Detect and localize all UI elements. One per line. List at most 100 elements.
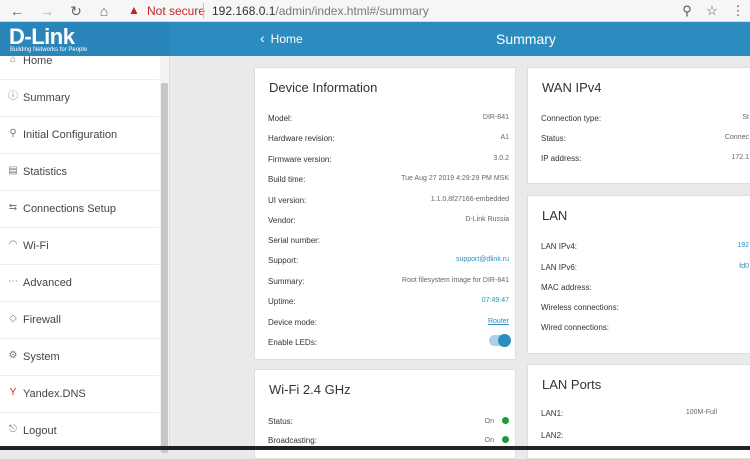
row-value: D-Link Russia <box>465 216 509 223</box>
card-title: WAN IPv4 <box>542 80 602 95</box>
info-row: Build time: Tue Aug 27 2019 4:29:29 PM MS… <box>268 169 509 189</box>
statistics-icon: ▤ <box>8 165 18 176</box>
logout-icon: ⎋ <box>9 424 17 435</box>
sidebar-item-label: Logout <box>23 425 57 437</box>
sidebar-item-label: Firewall <box>23 314 61 326</box>
row-value: On <box>484 437 494 444</box>
info-row: Enable LEDs: <box>268 332 511 352</box>
lan-card: LAN LAN IPv4: 192 LAN IPv6: fd0 MAC addres… <box>527 195 750 354</box>
sidebar-scrollbar[interactable] <box>160 56 169 453</box>
wifi-icon: ◠ <box>8 239 18 250</box>
row-key: Vendor: <box>268 216 296 225</box>
warning-icon[interactable]: ▲ <box>128 3 140 17</box>
row-key: Connection type: <box>541 114 602 123</box>
device-mode-link[interactable]: Router <box>488 318 509 325</box>
info-row: LAN IPv6: fd0 <box>541 257 749 277</box>
row-key: LAN IPv4: <box>541 242 578 251</box>
screen-bottom-edge <box>0 446 750 450</box>
zoom-icon[interactable]: ⚲ <box>678 1 696 21</box>
row-value: 192 <box>737 242 749 249</box>
row-value: Connec <box>724 134 749 141</box>
row-value: Tue Aug 27 2019 4:29:29 PM MSK <box>401 175 509 182</box>
row-key: LAN IPv6: <box>541 263 578 272</box>
url-host: 192.168.0.1 <box>212 4 276 18</box>
sidebar-item-label: Home <box>23 55 53 67</box>
row-key: Broadcasting: <box>268 436 317 445</box>
address-bar[interactable]: 192.168.0.1/admin/index.html#/summary <box>212 4 429 18</box>
info-row: Summary: Root filesystem image for DIR-84… <box>268 271 509 291</box>
sidebar-item-system[interactable]: ⚙ System <box>0 339 159 376</box>
connections-icon: ⇆ <box>8 202 18 213</box>
url-path: /admin/index.html#/summary <box>275 4 429 18</box>
not-secure-label[interactable]: Not secure <box>147 4 205 18</box>
home-icon[interactable]: ⌂ <box>94 1 114 21</box>
row-key: Serial number: <box>268 236 321 245</box>
info-row: UI version: 1.1.0.8f27166-embedded <box>268 190 509 210</box>
shield-icon: ◇ <box>9 313 17 324</box>
row-value: St <box>742 114 749 121</box>
sidebar: ⌂ Home ⓘ Summary ⚲ Initial Configuration ▤ S… <box>0 55 170 453</box>
back-home-button[interactable]: ‹ Home <box>260 30 303 46</box>
info-row: Wired connections: <box>541 317 749 337</box>
row-key: Support: <box>268 256 299 265</box>
forward-arrow-icon[interactable]: → <box>37 1 57 21</box>
sidebar-item-home[interactable]: ⌂ Home <box>0 43 159 80</box>
menu-icon[interactable]: ⋮ <box>729 1 747 21</box>
row-key: Status: <box>541 134 566 143</box>
row-key: Summary: <box>268 277 305 286</box>
sidebar-item-label: Connections Setup <box>23 203 116 215</box>
info-row: Support: support@dlink.ru <box>268 250 509 270</box>
sidebar-item-statistics[interactable]: ▤ Statistics <box>0 154 159 191</box>
info-row: Vendor: D-Link Russia <box>268 210 509 230</box>
info-row: MAC address: <box>541 277 749 297</box>
info-row: Model: DIR-841 <box>268 108 509 128</box>
sidebar-item-yandex-dns[interactable]: Y Yandex.DNS <box>0 376 159 413</box>
row-value: DIR-841 <box>482 114 509 121</box>
info-row: Status: On <box>268 411 509 431</box>
enable-leds-toggle[interactable] <box>489 334 511 347</box>
uptime-value: 07:49:47 <box>481 297 509 304</box>
home-icon: ⌂ <box>9 54 17 65</box>
sidebar-scroll-thumb[interactable] <box>161 83 168 453</box>
info-icon: ⓘ <box>8 91 18 102</box>
row-value: fd0 <box>739 263 749 270</box>
sidebar-item-label: Wi-Fi <box>23 240 49 252</box>
star-icon[interactable]: ☆ <box>703 1 721 21</box>
support-email-link[interactable]: support@dlink.ru <box>456 256 509 263</box>
back-arrow-icon[interactable]: ← <box>7 1 27 21</box>
card-title: LAN Ports <box>542 377 602 392</box>
reload-icon[interactable]: ↻ <box>66 1 86 21</box>
row-key: Wireless connections: <box>541 303 619 312</box>
sidebar-item-label: Statistics <box>23 166 68 178</box>
sidebar-item-logout[interactable]: ⎋ Logout <box>0 413 159 450</box>
row-key: Status: <box>268 417 293 426</box>
sidebar-item-label: Yandex.DNS <box>23 388 86 400</box>
browser-toolbar: ← → ↻ ⌂ ▲ Not secure 192.168.0.1/admin/i… <box>0 0 750 22</box>
sidebar-item-firewall[interactable]: ◇ Firewall <box>0 302 159 339</box>
info-row: Firmware version: 3.0.2 <box>268 149 509 169</box>
row-value: 1.1.0.8f27166-embedded <box>430 196 509 203</box>
row-key: Firmware version: <box>268 155 332 164</box>
info-row: Wireless connections: <box>541 297 749 317</box>
page-title: Summary <box>496 31 556 47</box>
info-row: IP address: 172.1 <box>541 148 749 168</box>
row-key: Model: <box>268 114 293 123</box>
status-dot-icon <box>502 417 509 424</box>
advanced-icon: ⋯ <box>8 276 18 287</box>
info-row: Connection type: St <box>541 108 749 128</box>
row-key: Uptime: <box>268 297 296 306</box>
device-information-card: Device Information Model: DIR-841 Hardwar… <box>254 67 516 360</box>
sidebar-item-wifi[interactable]: ◠ Wi-Fi <box>0 228 159 265</box>
sidebar-item-summary[interactable]: ⓘ Summary <box>0 80 159 117</box>
sidebar-item-advanced[interactable]: ⋯ Advanced <box>0 265 159 302</box>
info-row: Uptime: 07:49:47 <box>268 291 509 311</box>
sidebar-item-label: Initial Configuration <box>23 129 118 141</box>
row-value: 172.1 <box>731 154 749 161</box>
sidebar-item-connections-setup[interactable]: ⇆ Connections Setup <box>0 191 159 228</box>
info-row: Device mode: Router <box>268 312 509 332</box>
row-key: Wired connections: <box>541 323 610 332</box>
sidebar-item-initial-configuration[interactable]: ⚲ Initial Configuration <box>0 117 159 154</box>
card-title: LAN <box>542 208 568 223</box>
status-value: On <box>485 417 509 425</box>
row-key: LAN1: <box>541 409 564 418</box>
